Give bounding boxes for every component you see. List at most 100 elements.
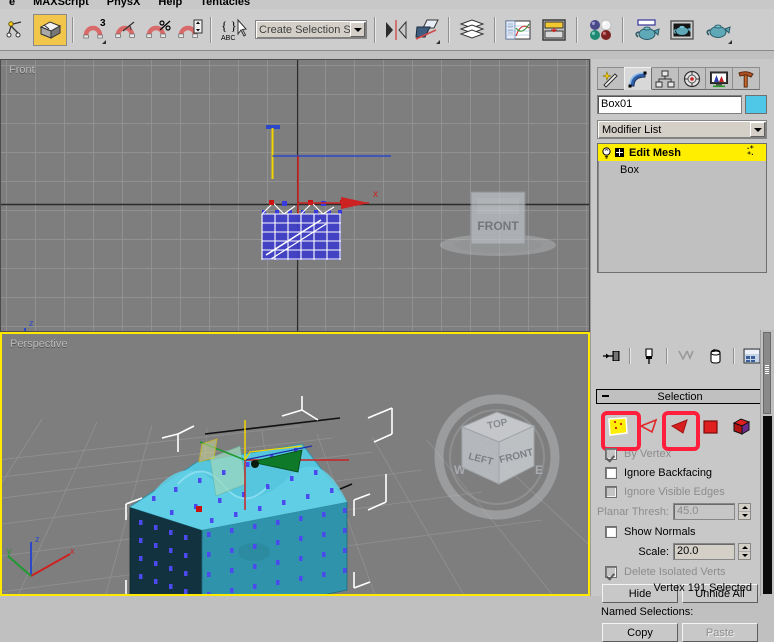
checkbox-row-by-vertex[interactable]: By Vertex: [596, 444, 764, 463]
scrollbar-track[interactable]: [763, 416, 772, 594]
show-end-result-icon: [645, 347, 653, 364]
object-name-row: Box01: [597, 95, 767, 114]
tab-create[interactable]: [597, 67, 625, 90]
sub-object-element-button[interactable]: [731, 416, 753, 438]
scale-label: Scale:: [638, 545, 669, 558]
ignore-visible-edges-label: Ignore Visible Edges: [624, 485, 725, 498]
edge-icon: [639, 418, 658, 434]
max-application-window: e MAXScript PhysX Help Tentacles 3 {} A…: [0, 0, 774, 642]
layer-manager-button[interactable]: [455, 14, 489, 46]
stack-item-box[interactable]: Box: [598, 161, 766, 178]
link-icon: [6, 20, 22, 37]
checkbox-row-delete-isolated-verts[interactable]: Delete Isolated Verts: [596, 562, 764, 581]
by-vertex-checkbox[interactable]: [605, 447, 617, 460]
motion-wheel-icon: [683, 70, 701, 87]
sub-object-face-button[interactable]: [669, 416, 691, 438]
planar-thresh-label: Planar Thresh:: [597, 505, 669, 518]
separator: [629, 348, 632, 364]
tab-display[interactable]: [705, 67, 733, 90]
snaps-toggle-button[interactable]: 3: [79, 14, 109, 46]
selection-rollout-title: Selection: [657, 390, 703, 403]
curve-editor-icon: [505, 20, 531, 39]
chevron-down-icon[interactable]: [750, 122, 765, 137]
svg-text:x: x: [373, 189, 378, 200]
object-color-swatch[interactable]: [745, 95, 767, 114]
tab-utilities[interactable]: [732, 67, 760, 90]
select-and-link-button[interactable]: [1, 14, 31, 46]
bind-to-space-warp-button[interactable]: [33, 13, 67, 46]
menu-item[interactable]: e: [0, 0, 24, 8]
menu-item[interactable]: Tentacles: [191, 0, 259, 8]
show-end-result-button[interactable]: [637, 346, 661, 366]
checkbox-row-ignore-backfacing[interactable]: Ignore Backfacing: [596, 463, 764, 482]
selection-rollout-header[interactable]: Selection: [596, 389, 764, 404]
command-panel-scrollbar[interactable]: [760, 330, 774, 596]
viewport-front[interactable]: FRONT x z Front: [0, 59, 590, 332]
scale-spinner[interactable]: [738, 543, 751, 560]
svg-text:3: 3: [100, 18, 106, 29]
sub-object-level-row: [596, 410, 764, 451]
checkbox-row-show-normals[interactable]: Show Normals: [596, 522, 764, 541]
selection-status-text: Vertex 191 Selected: [653, 582, 752, 594]
collapse-minus-icon: [602, 395, 609, 397]
menu-item[interactable]: Help: [149, 0, 191, 8]
stack-item-label: Box: [620, 163, 639, 176]
pin-stack-icon: [602, 351, 620, 361]
render-production-button[interactable]: [701, 14, 735, 46]
material-editor-button[interactable]: [583, 14, 617, 46]
object-name-input[interactable]: Box01: [597, 95, 742, 114]
remove-modifier-button[interactable]: [703, 346, 727, 366]
magnet-angle-icon: [115, 21, 135, 38]
command-panel-tabs: [597, 67, 760, 90]
stack-item-edit-mesh[interactable]: Edit Mesh ·⁺ ⁺·: [598, 144, 766, 161]
tab-hierarchy[interactable]: [651, 67, 679, 90]
named-selection-sets-button[interactable]: { } ABC: [217, 14, 251, 46]
chevron-down-icon[interactable]: [350, 22, 365, 37]
show-normals-checkbox[interactable]: [605, 525, 617, 538]
ignore-backfacing-checkbox[interactable]: [605, 466, 617, 479]
viewport-perspective[interactable]: W E TOP LEFT FRONT z x y Perspective: [0, 332, 590, 596]
selection-rollout: Selection By Vertex Ignore Backfacing Ig…: [596, 389, 764, 642]
menu-item[interactable]: PhysX: [98, 0, 150, 8]
expand-plus-icon[interactable]: [615, 148, 624, 157]
render-setup-button[interactable]: [629, 14, 663, 46]
tab-motion[interactable]: [678, 67, 706, 90]
curve-editor-button[interactable]: [501, 14, 535, 46]
toolbar-separator: [448, 16, 450, 43]
separator: [666, 348, 669, 364]
delete-isolated-verts-checkbox[interactable]: [605, 565, 617, 578]
angle-snap-toggle-button[interactable]: [111, 14, 141, 46]
show-normals-label: Show Normals: [624, 525, 696, 538]
align-button[interactable]: [413, 14, 443, 46]
mirror-button[interactable]: [381, 14, 411, 46]
sub-object-polygon-button[interactable]: [700, 416, 722, 438]
menu-item[interactable]: MAXScript: [24, 0, 98, 8]
tab-modify[interactable]: [624, 67, 652, 90]
pin-stack-button[interactable]: [600, 346, 624, 366]
braces-abc-icon: { } ABC: [221, 18, 247, 42]
checkbox-row-ignore-visible-edges[interactable]: Ignore Visible Edges: [596, 482, 764, 501]
spinner-snap-toggle-button[interactable]: [175, 14, 205, 46]
copy-button[interactable]: Copy: [602, 623, 678, 642]
scale-input[interactable]: 20.0: [673, 543, 735, 560]
create-selection-set-combo[interactable]: Create Selection Set: [255, 20, 367, 39]
planar-thresh-input[interactable]: 45.0: [673, 503, 735, 520]
make-unique-button[interactable]: [674, 346, 698, 366]
lightbulb-icon[interactable]: [601, 146, 612, 159]
paste-button[interactable]: Paste: [682, 623, 758, 642]
svg-text:y: y: [7, 546, 12, 556]
front-viewport-canvas: FRONT x z: [1, 60, 589, 331]
sub-object-vertex-button[interactable]: [607, 416, 629, 438]
modifier-stack[interactable]: Edit Mesh ·⁺ ⁺· Box: [597, 143, 767, 273]
percent-snap-toggle-button[interactable]: [143, 14, 173, 46]
polygon-icon: [703, 420, 718, 434]
svg-text:FRONT: FRONT: [477, 219, 519, 233]
rendered-frame-window-button[interactable]: [665, 14, 699, 46]
modifier-list-dropdown[interactable]: Modifier List: [597, 120, 767, 139]
planar-thresh-spinner[interactable]: [738, 503, 751, 520]
schematic-view-button[interactable]: [537, 14, 571, 46]
sub-object-edge-button[interactable]: [638, 416, 660, 438]
toolbar-separator: [494, 16, 496, 43]
scrollbar-thumb[interactable]: [763, 332, 771, 414]
ignore-visible-edges-checkbox[interactable]: [605, 485, 617, 498]
